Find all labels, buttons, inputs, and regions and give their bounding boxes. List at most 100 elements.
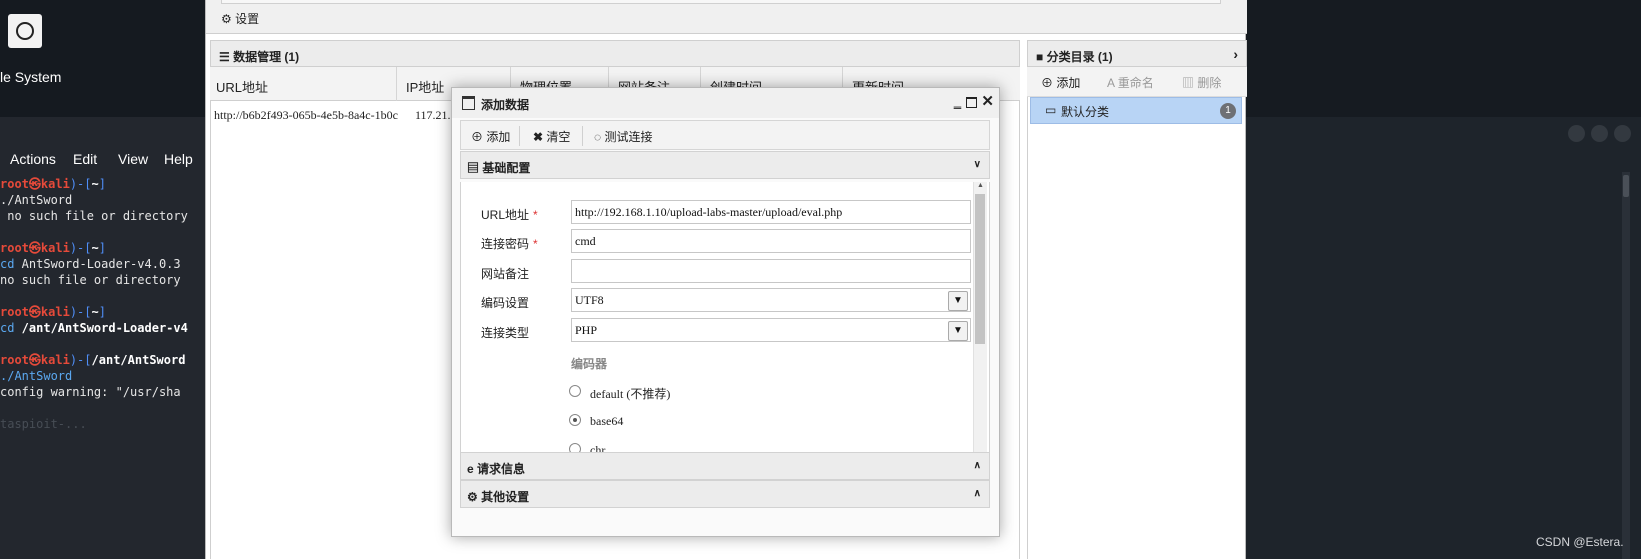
- background-window: [1246, 117, 1641, 559]
- column-ip[interactable]: IP地址: [406, 77, 444, 96]
- background-scrollbar[interactable]: [1622, 172, 1630, 559]
- list-icon: ☰: [219, 50, 234, 64]
- data-panel-header: ☰ 数据管理 (1): [210, 40, 1020, 67]
- chevron-right-icon[interactable]: ›: [1233, 46, 1238, 62]
- chevron-up-icon[interactable]: ∧: [974, 488, 981, 499]
- encoding-select[interactable]: UTF8 ▼: [571, 288, 971, 312]
- terminal-line: cd AntSword-Loader-v4.0.3: [0, 257, 181, 271]
- url-input[interactable]: http://192.168.1.10/upload-labs-master/u…: [571, 200, 971, 224]
- column-url[interactable]: URL地址: [216, 77, 268, 96]
- category-list: [1027, 97, 1247, 559]
- settings-button[interactable]: ⚙ 设置: [221, 10, 259, 27]
- desktop-file-system-icon[interactable]: le System: [0, 12, 70, 92]
- category-add-button[interactable]: ⊕ 添加: [1041, 74, 1080, 91]
- encoder-option-default[interactable]: default (不推荐): [590, 385, 670, 402]
- maximize-icon[interactable]: [966, 97, 977, 108]
- category-panel-title: ■ 分类目录 (1): [1036, 50, 1113, 64]
- category-item-label: 默认分类: [1061, 105, 1110, 119]
- request-info-title: e 请求信息: [467, 462, 526, 476]
- drive-icon: [8, 14, 42, 48]
- scroll-up-icon[interactable]: ▲: [977, 182, 984, 189]
- terminal-line: ./AntSword: [0, 193, 73, 207]
- basic-config-title: ▤ 基础配置: [467, 161, 531, 175]
- category-delete-button[interactable]: ▥ 删除: [1182, 74, 1221, 91]
- terminal-line: no such file or directory: [0, 273, 181, 287]
- required-mark: *: [533, 237, 538, 251]
- column-divider: [396, 67, 397, 101]
- trash-icon: ▥: [1182, 76, 1195, 90]
- required-mark: *: [533, 208, 538, 222]
- row-ip-cell[interactable]: 117.21.: [415, 108, 455, 123]
- radio-selected-dot: [573, 418, 577, 422]
- window-maximize-icon[interactable]: [1591, 125, 1608, 142]
- terminal-line: root㉿kali)-[~]: [0, 241, 106, 255]
- add-button[interactable]: ⊕ 添加: [471, 128, 510, 145]
- window-minimize-icon[interactable]: [1568, 125, 1585, 142]
- window-close-icon[interactable]: [1614, 125, 1631, 142]
- folder-open-icon: ▭: [1045, 103, 1057, 117]
- connection-type-label: 连接类型: [481, 326, 530, 340]
- folder-icon: ■: [1036, 50, 1047, 64]
- encoder-option-base64[interactable]: base64: [590, 414, 623, 429]
- globe-icon: e: [467, 462, 478, 476]
- connection-type-value: PHP: [575, 323, 598, 337]
- settings-label: 设置: [235, 12, 260, 26]
- encoding-label: 编码设置: [481, 296, 530, 310]
- note-input[interactable]: [571, 259, 971, 283]
- terminal-menu-actions[interactable]: Actions: [10, 151, 56, 167]
- close-icon[interactable]: ✕: [981, 92, 994, 110]
- font-icon: A: [1107, 76, 1115, 90]
- request-info-header[interactable]: e 请求信息 ∧: [460, 452, 990, 480]
- category-rename-button[interactable]: A 重命名: [1107, 74, 1154, 91]
- terminal-line: no such file or directory: [0, 209, 188, 223]
- background-scrollbar-thumb[interactable]: [1623, 175, 1629, 197]
- password-label: 连接密码 *: [481, 237, 538, 251]
- test-connection-button[interactable]: ◌ 测试连接: [594, 128, 653, 145]
- password-input[interactable]: cmd: [571, 229, 971, 253]
- terminal-menu-edit[interactable]: Edit: [73, 151, 97, 167]
- encoder-radio-base64[interactable]: [569, 414, 581, 426]
- dialog-toolbar: ⊕ 添加 ✖ 清空 ◌ 测试连接: [460, 120, 990, 150]
- row-url-cell[interactable]: http://b6b2f493-065b-4e5b-8a4c-1b0c: [214, 108, 400, 123]
- other-settings-header[interactable]: ⚙ 其他设置 ∧: [460, 480, 990, 508]
- minimize-icon[interactable]: ‗: [954, 94, 961, 109]
- gears-icon: ⚙: [467, 490, 482, 504]
- chevron-down-icon[interactable]: ∨: [974, 159, 981, 170]
- desktop-icon-label: le System: [0, 69, 62, 85]
- form-scrollbar-thumb[interactable]: [975, 194, 985, 344]
- file-icon: ▤: [467, 161, 483, 175]
- terminal-line: cd /ant/AntSword-Loader-v4: [0, 321, 188, 335]
- other-settings-title: ⚙ 其他设置: [467, 490, 530, 504]
- terminal-menu-view[interactable]: View: [118, 151, 148, 167]
- terminal-line: root㉿kali)-[~]: [0, 177, 106, 191]
- data-panel-title: ☰ 数据管理 (1): [219, 50, 300, 64]
- terminal-menu-help[interactable]: Help: [164, 151, 193, 167]
- url-label: URL地址 *: [481, 208, 538, 222]
- terminal-menubar: Actions Edit View Help: [0, 148, 205, 172]
- dialog-title: 添加数据: [481, 98, 530, 112]
- terminal-output: root㉿kali)-[~] ./AntSword no such file or…: [0, 176, 205, 432]
- gear-icon: ⚙: [221, 12, 232, 26]
- dialog-titlebar[interactable]: 添加数据 ‗ ✕: [452, 88, 999, 118]
- plus-circle-icon: ⊕: [1041, 76, 1054, 90]
- encoder-radio-default[interactable]: [569, 385, 581, 397]
- basic-config-header[interactable]: ▤ 基础配置 ∨: [460, 151, 990, 179]
- category-toolbar: ⊕ 添加 A 重命名 ▥ 删除: [1027, 67, 1247, 97]
- terminal-line: root㉿kali)-[~]: [0, 305, 106, 319]
- category-count-badge: 1: [1220, 103, 1236, 119]
- chevron-down-icon: ▼: [948, 321, 968, 341]
- chevron-up-icon[interactable]: ∧: [974, 460, 981, 471]
- plus-circle-icon: ⊕: [471, 130, 484, 144]
- clear-button[interactable]: ✖ 清空: [533, 128, 570, 145]
- encoder-title: 编码器: [571, 357, 608, 371]
- category-item-default[interactable]: ▭ 默认分类 1: [1030, 97, 1242, 124]
- note-label: 网站备注: [481, 267, 530, 281]
- basic-config-form: URL地址 * http://192.168.1.10/upload-labs-m…: [460, 182, 990, 472]
- chevron-down-icon: ▼: [948, 291, 968, 311]
- tab-strip: [221, 0, 1221, 4]
- add-data-dialog: 添加数据 ‗ ✕ ⊕ 添加 ✖ 清空 ◌ 测试连接 ▤ 基础配置 ∨ URL地址…: [451, 87, 1000, 537]
- watermark: CSDN @Estera.: [1536, 535, 1624, 549]
- toolbar-divider: [582, 126, 583, 146]
- connection-type-select[interactable]: PHP ▼: [571, 318, 971, 342]
